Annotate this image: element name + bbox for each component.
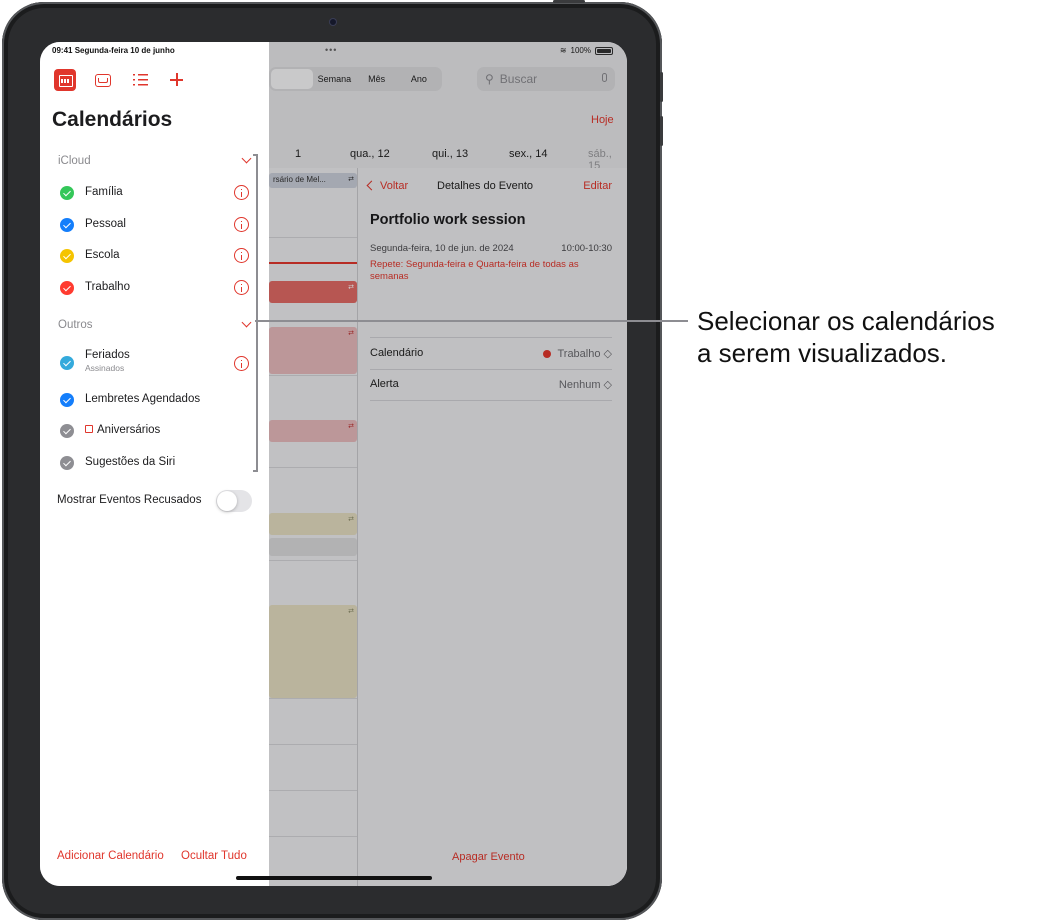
- ipad-screen: ••• ≋ 100% Semana Mês Ano ⚲ Buscar Hoje …: [40, 42, 627, 886]
- calendar-item-label: Trabalho: [85, 281, 130, 293]
- calendar-item-label-wrap: Aniversários: [85, 424, 160, 436]
- volume-down-button: [660, 116, 663, 146]
- callout-line-1: Selecionar os calendários: [697, 306, 995, 336]
- status-left: 09:41 Segunda-feira 10 de junho: [52, 46, 175, 55]
- checkmark-icon[interactable]: [60, 424, 74, 438]
- sidebar-title: Calendários: [52, 108, 173, 131]
- calendar-item-feriados[interactable]: Feriados Assinados: [58, 346, 254, 378]
- checkmark-icon[interactable]: [60, 218, 74, 232]
- show-declined-toggle[interactable]: [216, 490, 252, 512]
- checkmark-icon[interactable]: [60, 186, 74, 200]
- chevron-down-icon[interactable]: [241, 153, 252, 164]
- section-outros: Outros: [58, 319, 93, 331]
- checkmark-icon[interactable]: [60, 456, 74, 470]
- add-icon[interactable]: [166, 69, 188, 91]
- checkmark-icon[interactable]: [60, 249, 74, 263]
- top-button: [553, 0, 585, 3]
- calendars-sidebar: 09:41 Segunda-feira 10 de junho Calendár…: [40, 42, 269, 886]
- calendar-item-familia[interactable]: Família: [58, 183, 254, 203]
- callout-bracket: [253, 154, 258, 472]
- section-icloud: iCloud: [58, 155, 91, 167]
- sidebar-toolbar: [54, 69, 194, 91]
- calendar-item-label: Lembretes Agendados: [85, 393, 201, 405]
- chevron-down-icon[interactable]: [241, 317, 252, 328]
- calendar-item-label: Sugestões da Siri: [85, 456, 176, 468]
- home-indicator[interactable]: [236, 876, 432, 880]
- callout-leader-line: [255, 320, 688, 322]
- add-calendar-button[interactable]: Adicionar Calendário: [57, 850, 164, 862]
- calendar-item-sublabel: Assinados: [85, 363, 125, 373]
- checkmark-icon[interactable]: [60, 281, 74, 295]
- checkmark-icon[interactable]: [60, 393, 74, 407]
- inbox-icon[interactable]: [92, 69, 114, 91]
- calendar-item-label: Família: [85, 186, 123, 198]
- calendar-item-label: Aniversários: [97, 424, 161, 436]
- status-time: 09:41: [52, 46, 73, 55]
- calendar-item-label: Escola: [85, 249, 120, 261]
- calendar-item-pessoal[interactable]: Pessoal: [58, 215, 254, 235]
- calendar-item-label: Pessoal: [85, 218, 126, 230]
- calendar-item-lembretes[interactable]: Lembretes Agendados: [58, 390, 254, 410]
- info-icon[interactable]: [234, 280, 249, 295]
- info-icon[interactable]: [234, 356, 249, 371]
- calendar-item-label: Feriados: [85, 349, 130, 361]
- ipad-frame: ••• ≋ 100% Semana Mês Ano ⚲ Buscar Hoje …: [2, 2, 662, 920]
- list-icon[interactable]: [130, 69, 152, 91]
- status-date: Segunda-feira 10 de junho: [74, 46, 175, 55]
- callout-text: Selecionar os calendários a serem visual…: [697, 305, 995, 369]
- calendar-item-trabalho[interactable]: Trabalho: [58, 278, 254, 298]
- callout-line-2: a serem visualizados.: [697, 338, 947, 368]
- calendar-item-escola[interactable]: Escola: [58, 246, 254, 266]
- gift-icon: [85, 425, 93, 433]
- show-declined-label: Mostrar Eventos Recusados: [57, 494, 202, 506]
- calendar-icon[interactable]: [54, 69, 76, 91]
- hide-all-button[interactable]: Ocultar Tudo: [181, 850, 247, 862]
- checkmark-icon[interactable]: [60, 356, 74, 370]
- front-camera: [330, 19, 336, 25]
- info-icon[interactable]: [234, 217, 249, 232]
- info-icon[interactable]: [234, 185, 249, 200]
- calendar-item-siri[interactable]: Sugestões da Siri: [58, 453, 254, 473]
- calendar-item-aniversarios[interactable]: Aniversários: [58, 421, 254, 441]
- volume-up-button: [660, 72, 663, 102]
- info-icon[interactable]: [234, 248, 249, 263]
